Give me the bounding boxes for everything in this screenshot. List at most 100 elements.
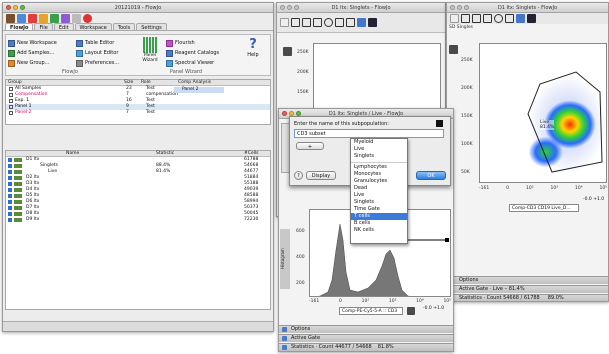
graph-front-xnote: -0.0 +1.0 — [423, 306, 445, 311]
group-row[interactable]: Panel 2 7 Test — [6, 110, 270, 116]
expand-icon[interactable] — [8, 164, 12, 168]
menu-item[interactable]: Myeloid — [351, 139, 407, 146]
expand-icon[interactable] — [8, 188, 12, 192]
tool-range-icon[interactable] — [346, 18, 355, 27]
tool-spline-icon[interactable] — [505, 14, 514, 23]
menu-item[interactable]: Singlets — [351, 153, 407, 160]
menu-item[interactable]: T cells — [351, 213, 407, 220]
front-statistics-bar[interactable]: Statistics · Count 44677 / 54668 81.8% — [279, 343, 453, 351]
camera-icon[interactable] — [407, 307, 415, 315]
menu-item[interactable]: Lymphocytes — [351, 164, 407, 171]
tab-flowjo[interactable]: FlowJo — [5, 23, 34, 31]
tool-ellipse-icon[interactable] — [494, 14, 503, 23]
menu-item[interactable]: Live — [351, 192, 407, 199]
graph-right-breadcrumb[interactable]: SD Singles — [449, 25, 473, 30]
expand-icon[interactable] — [8, 218, 12, 222]
tool-poly-gate-icon[interactable] — [472, 14, 481, 23]
menu-item[interactable]: Live — [351, 146, 407, 153]
expand-icon[interactable] — [8, 212, 12, 216]
sample-row[interactable]: D9 ltx 72230 — [6, 217, 270, 223]
new-group-button[interactable]: New Group... — [8, 58, 76, 68]
menu-item[interactable]: Monocytes — [351, 171, 407, 178]
expand-icon[interactable] — [8, 170, 12, 174]
menu-item[interactable]: B cells — [351, 220, 407, 227]
layout-editor-button[interactable]: Layout Editor — [76, 48, 132, 58]
flourish-button[interactable]: Flourish — [166, 38, 236, 48]
display-button[interactable]: Display — [306, 171, 336, 180]
help-small-icon[interactable] — [83, 13, 92, 23]
live-gate[interactable] — [480, 44, 607, 183]
save-icon[interactable] — [17, 13, 26, 23]
tab-workspace[interactable]: Workspace — [74, 23, 112, 31]
camera-icon[interactable] — [449, 45, 458, 54]
menu-tabs: FlowJo File Edit Workspace Tools Setting… — [3, 23, 273, 31]
chart-icon[interactable] — [28, 13, 37, 23]
camera-icon[interactable] — [283, 47, 292, 56]
tool-rect-gate-icon[interactable] — [291, 18, 300, 27]
menu-item[interactable]: Granulocytes — [351, 178, 407, 185]
sample-icon — [14, 212, 22, 216]
ok-button[interactable]: OK — [416, 171, 446, 180]
active-gate-bar[interactable]: Active Gate · Live – 81.4% — [447, 285, 608, 293]
table-editor-button[interactable]: Table Editor — [76, 38, 132, 48]
menu-item[interactable]: NK cells — [351, 227, 407, 234]
expand-icon[interactable] — [8, 158, 12, 162]
tab-edit[interactable]: Edit — [53, 23, 74, 31]
tab-tools[interactable]: Tools — [112, 23, 136, 31]
groups-list: All Samples 23 Test Compensation 7 compensati… — [6, 86, 270, 116]
color-swatch[interactable] — [436, 120, 443, 127]
table-icon[interactable] — [50, 13, 59, 23]
tool-gear-icon[interactable] — [357, 18, 366, 27]
tool-gear-icon[interactable] — [516, 14, 525, 23]
tool-quad-icon[interactable] — [483, 14, 492, 23]
tool-ellipse-icon[interactable] — [324, 18, 333, 27]
add-samples-button[interactable]: Add Samples... — [8, 48, 76, 58]
sample-cells: 72230 — [244, 217, 259, 222]
menu-item[interactable]: Singlets — [351, 199, 407, 206]
graph-right-plot[interactable]: Live 81.4% — [479, 43, 607, 183]
tool-poly-gate-icon[interactable] — [302, 18, 311, 27]
name-suggestions-menu[interactable]: Myeloid Live Singlets Lymphocytes Monocytes G… — [350, 138, 408, 244]
menu-item[interactable]: Time Gate — [351, 206, 407, 213]
tool-stats-icon[interactable] — [368, 18, 377, 27]
expand-icon[interactable] — [8, 194, 12, 198]
stats-icon[interactable] — [61, 13, 70, 23]
reagent-catalogs-button[interactable]: Reagent Catalogs — [166, 48, 236, 58]
spectral-viewer-button[interactable]: Spectral Viewer — [166, 58, 236, 68]
x-axis-select[interactable]: Comp-CD3 CD19 Live_D... — [509, 204, 579, 212]
subpopulation-name-input[interactable]: CD3 subset — [294, 129, 444, 138]
panel-wizard-button[interactable]: Panel Wizard — [136, 37, 164, 63]
front-active-gate-bar[interactable]: Active Gate — [279, 334, 453, 342]
tool-rect-gate-icon[interactable] — [461, 14, 470, 23]
tab-file[interactable]: File — [34, 23, 53, 31]
ribbon: New Workspace Add Samples... New Group..… — [5, 34, 271, 76]
flowjo-window: 20121019 - FlowJo FlowJo File Edit Works… — [2, 2, 274, 332]
help-button[interactable]: ? — [294, 171, 303, 180]
tab-settings[interactable]: Settings — [136, 23, 167, 31]
statistics-bar[interactable]: Statistics · Count 54668 / 61788 89.0% — [447, 294, 608, 301]
front-x-axis-select[interactable]: Comp-PE-Cy5-5-A :: CD3 — [339, 307, 403, 315]
group-icon — [8, 59, 15, 67]
new-workspace-button[interactable]: New Workspace — [8, 38, 76, 48]
comp-analysis-item[interactable]: Panel 2 — [174, 87, 224, 93]
options-icon[interactable] — [72, 13, 81, 23]
tool-arrow-icon[interactable] — [280, 18, 289, 27]
expand-icon[interactable] — [8, 200, 12, 204]
graph-right-toolbar — [447, 13, 608, 24]
tool-quad-icon[interactable] — [313, 18, 322, 27]
layout-icon[interactable] — [39, 13, 48, 23]
expand-icon[interactable] — [8, 176, 12, 180]
menu-item[interactable]: Dead — [351, 185, 407, 192]
status-bar — [3, 321, 273, 331]
tool-stats-icon[interactable] — [527, 14, 536, 23]
expand-icon[interactable] — [8, 206, 12, 210]
preferences-button[interactable]: Preferences... — [76, 58, 132, 68]
tool-spline-icon[interactable] — [335, 18, 344, 27]
sample-name: D9 ltx — [26, 217, 40, 222]
front-options-bar[interactable]: Options — [279, 325, 453, 333]
tool-arrow-icon[interactable] — [450, 14, 459, 23]
options-bar[interactable]: Options — [447, 276, 608, 284]
add-keyword-button[interactable]: + — [296, 142, 324, 150]
expand-icon[interactable] — [8, 182, 12, 186]
help-button[interactable]: ? Help — [240, 38, 266, 59]
